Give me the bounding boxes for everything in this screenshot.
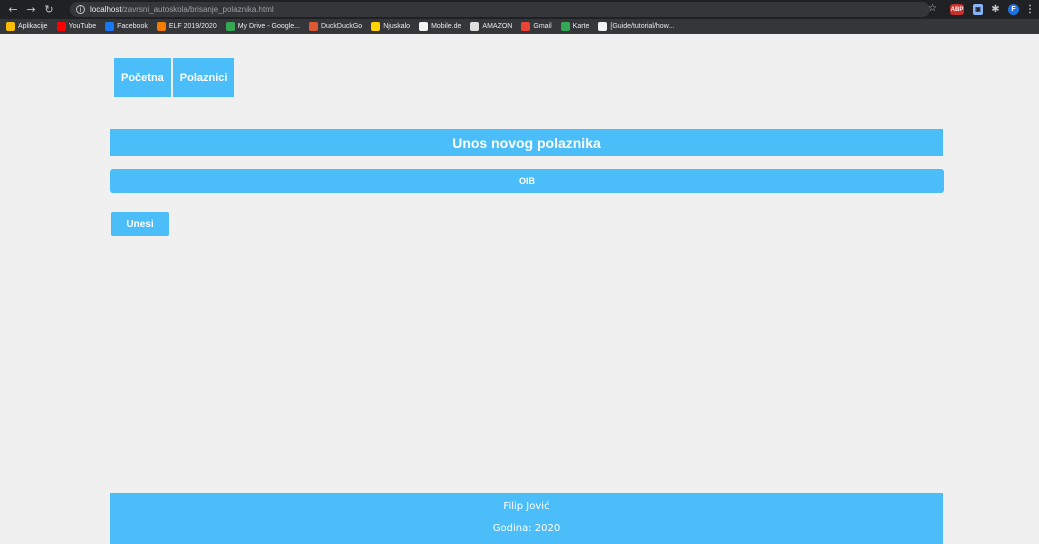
bookmark-favicon-icon: [598, 22, 608, 31]
bookmark-favicon-icon: [105, 22, 115, 31]
bookmark-label: My Drive - Google...: [237, 23, 300, 30]
bookmark-item[interactable]: AMAZON: [470, 22, 512, 31]
bookmark-item[interactable]: Njuskalo: [371, 22, 410, 31]
bookmark-label: [Guide/tutorial/how...: [610, 23, 675, 30]
bookmark-label: Mobile.de: [431, 23, 462, 30]
oib-input[interactable]: [110, 169, 944, 193]
extensions-puzzle-icon[interactable]: ✱: [990, 4, 1001, 15]
menu-item-pocetna[interactable]: Početna: [114, 58, 171, 97]
bookmark-item[interactable]: Aplikacije: [6, 22, 48, 31]
extension-icon[interactable]: ▣: [973, 4, 983, 15]
bookmark-favicon-icon: [156, 22, 166, 31]
footer-author: Filip Jović: [503, 501, 550, 512]
back-icon[interactable]: ←: [5, 3, 21, 16]
site-info-icon[interactable]: i: [76, 5, 85, 14]
url-path: /zavrsni_autoskola/brisanje_polaznika.ht…: [121, 5, 274, 14]
main-menu: Početna Polaznici: [114, 58, 235, 97]
bookmark-label: Facebook: [117, 23, 148, 30]
bookmark-label: Karte: [572, 23, 590, 30]
bookmark-label: Aplikacije: [18, 23, 48, 30]
browser-menu-icon[interactable]: ⋮: [1025, 4, 1035, 15]
bookmark-item[interactable]: ELF 2019/2020: [156, 22, 217, 31]
bookmark-favicon-icon: [225, 22, 235, 31]
bookmarks-bar: Aplikacije YouTube Facebook ELF 2019/2020 My…: [0, 19, 1039, 34]
bookmark-label: Gmail: [533, 23, 552, 30]
bookmark-label: AMAZON: [482, 23, 513, 30]
bookmark-favicon-icon: [419, 22, 429, 31]
bookmark-item[interactable]: Mobile.de: [419, 22, 461, 31]
submit-button[interactable]: Unesi: [111, 212, 169, 236]
bookmark-favicon-icon: [521, 22, 531, 31]
adblock-extension-icon[interactable]: ABP: [950, 4, 964, 15]
bookmark-favicon-icon: [560, 22, 570, 31]
bookmark-item[interactable]: Gmail: [521, 22, 552, 31]
bookmark-item[interactable]: Facebook: [105, 22, 148, 31]
bookmark-label: DuckDuckGo: [320, 23, 363, 30]
bookmark-favicon-icon: [308, 22, 318, 31]
bookmark-item[interactable]: DuckDuckGo: [308, 22, 363, 31]
bookmark-label: YouTube: [68, 23, 97, 30]
browser-toolbar: ← → ↻ i localhost/zavrsni_autoskola/bris…: [0, 0, 1039, 19]
footer-year: Godina: 2020: [492, 523, 561, 534]
bookmark-favicon-icon: [56, 22, 66, 31]
address-bar[interactable]: i localhost/zavrsni_autoskola/brisanje_p…: [70, 2, 930, 17]
bookmark-favicon-icon: [6, 22, 15, 31]
bookmark-item[interactable]: [Guide/tutorial/how...: [598, 22, 674, 31]
bookmark-favicon-icon: [371, 22, 381, 31]
page-footer: Filip Jović Godina: 2020: [110, 493, 943, 544]
form-heading: Unos novog polaznika: [110, 129, 943, 156]
bookmark-favicon-icon: [470, 22, 480, 31]
bookmark-star-icon[interactable]: ☆: [928, 3, 937, 14]
bookmark-label: ELF 2019/2020: [168, 23, 217, 30]
nav-buttons: ← → ↻: [0, 3, 70, 16]
menu-item-polaznici[interactable]: Polaznici: [172, 58, 235, 97]
bookmark-item[interactable]: My Drive - Google...: [225, 22, 300, 31]
reload-icon[interactable]: ↻: [41, 3, 57, 16]
forward-icon[interactable]: →: [23, 3, 39, 16]
bookmark-item[interactable]: Karte: [560, 22, 590, 31]
bookmark-label: Njuskalo: [383, 23, 411, 30]
profile-avatar[interactable]: F: [1008, 4, 1019, 15]
url-host: localhost: [90, 5, 122, 14]
bookmark-item[interactable]: YouTube: [56, 22, 97, 31]
